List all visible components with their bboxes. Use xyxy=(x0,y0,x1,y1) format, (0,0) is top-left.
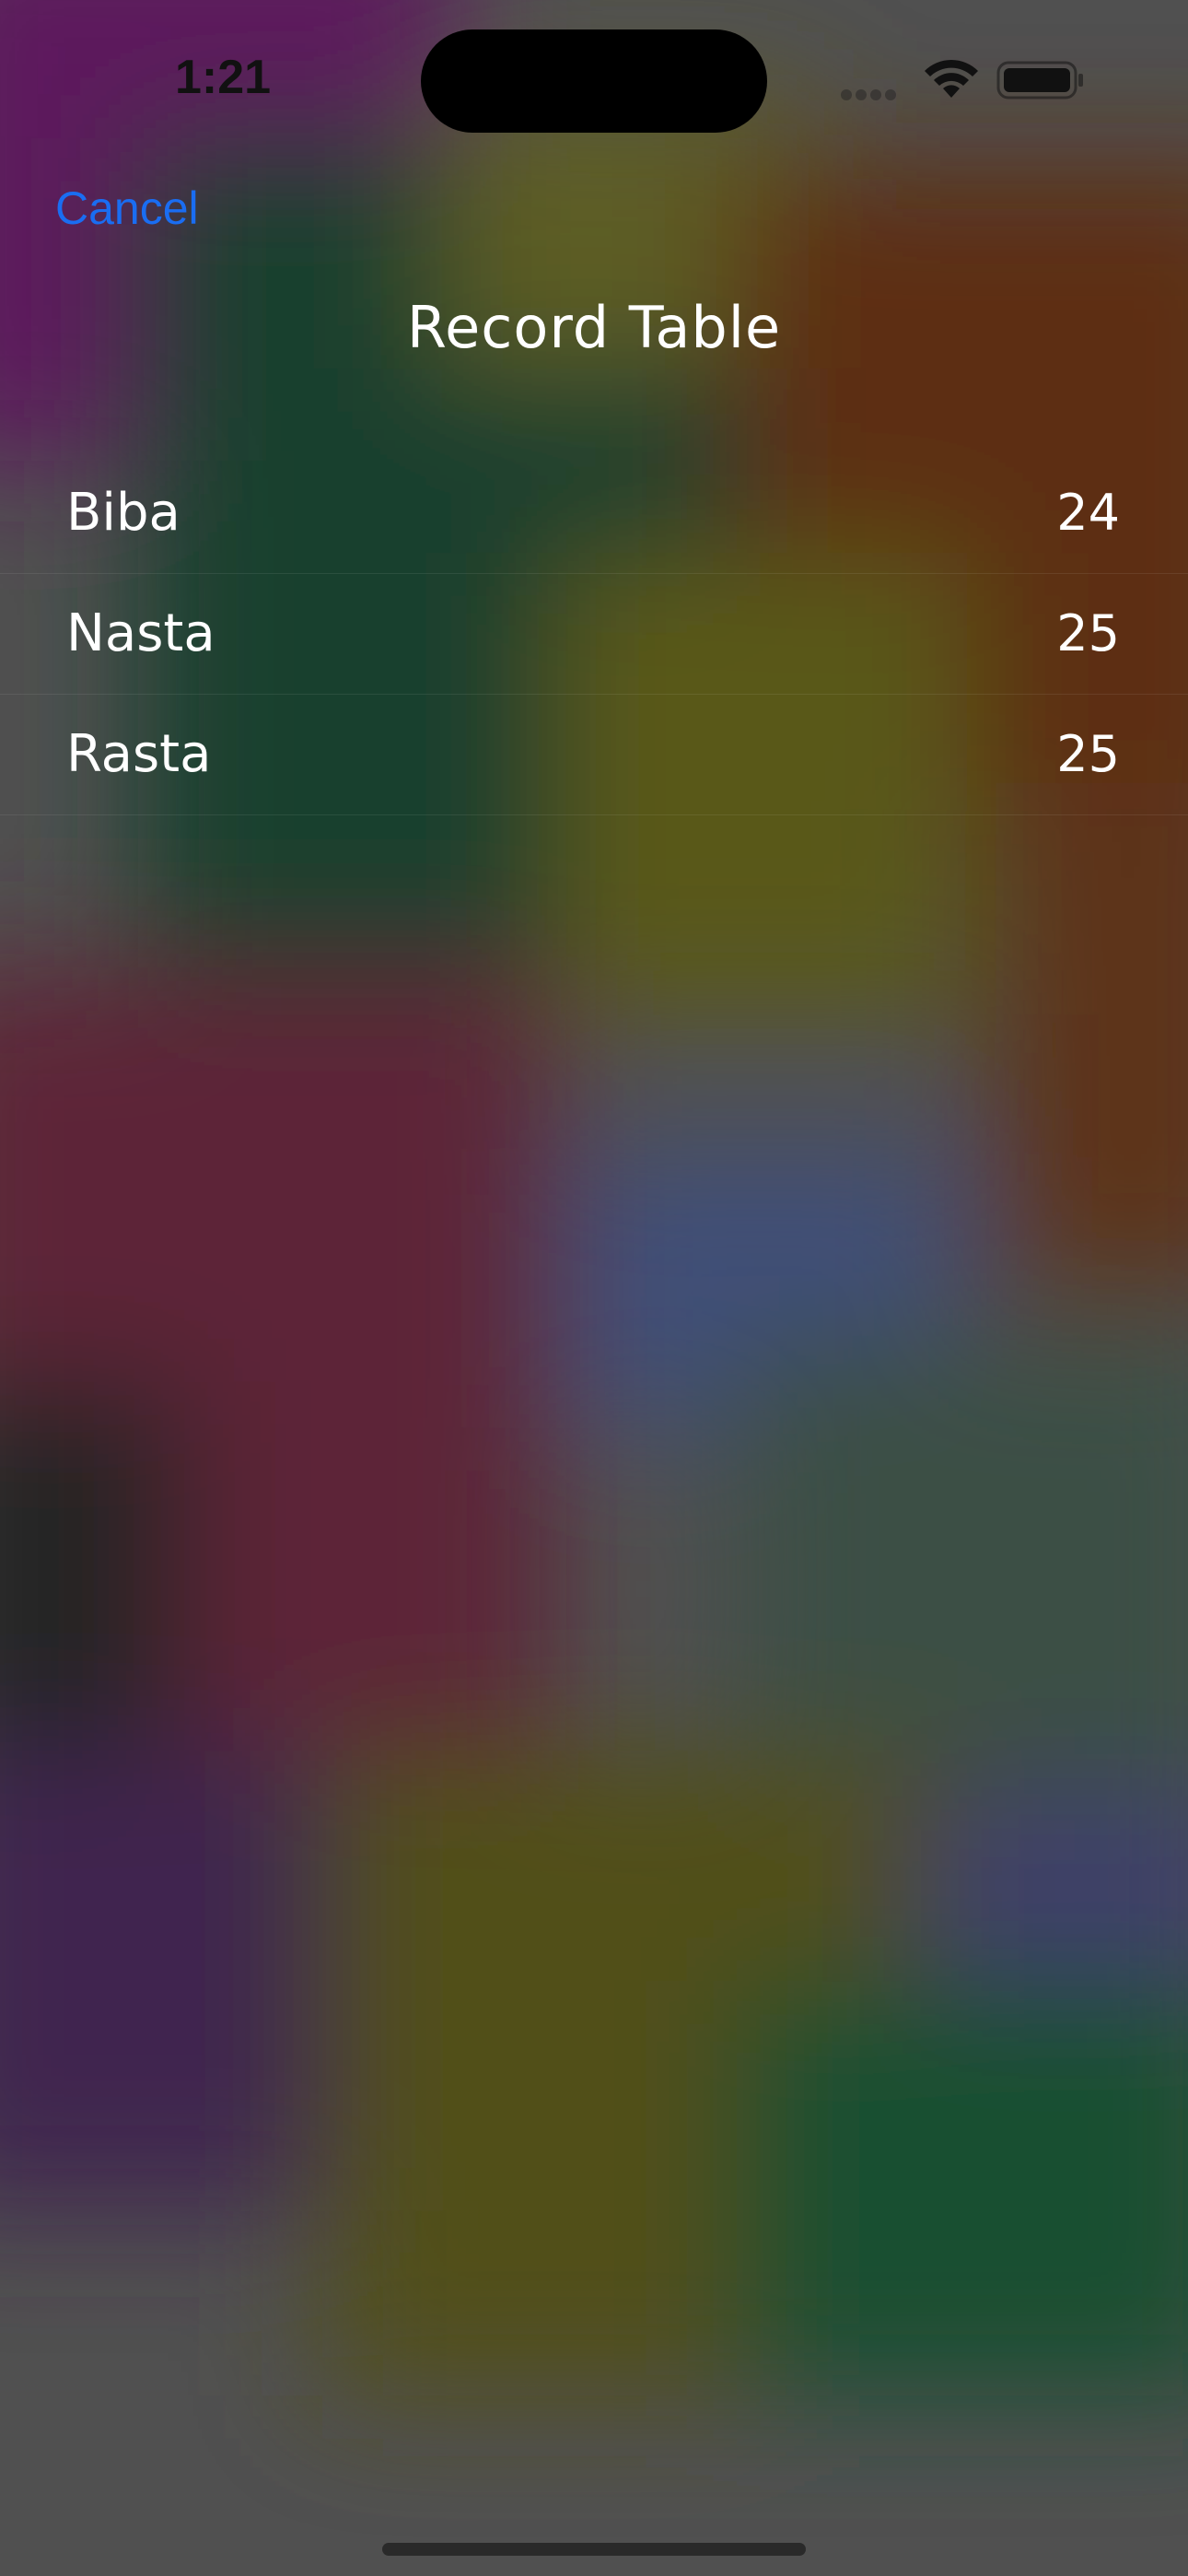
wifi-icon xyxy=(925,59,978,98)
record-score: 24 xyxy=(1056,484,1120,542)
record-table: Biba 24 Nasta 25 Rasta 25 xyxy=(0,453,1188,815)
record-score: 25 xyxy=(1056,604,1120,662)
record-name: Biba xyxy=(66,483,181,543)
cancel-button[interactable]: Cancel xyxy=(55,181,199,236)
record-name: Nasta xyxy=(66,603,215,663)
table-row[interactable]: Biba 24 xyxy=(0,453,1188,574)
blurred-background xyxy=(0,0,1188,2576)
record-name: Rasta xyxy=(66,724,212,784)
status-time: 1:21 xyxy=(175,51,272,104)
battery-icon xyxy=(996,61,1083,100)
dynamic-island xyxy=(421,29,767,133)
table-row[interactable]: Rasta 25 xyxy=(0,695,1188,815)
record-score: 25 xyxy=(1056,725,1120,783)
page-title: Record Table xyxy=(406,294,782,361)
table-row[interactable]: Nasta 25 xyxy=(0,574,1188,695)
home-indicator[interactable] xyxy=(382,2543,806,2556)
cellular-signal-icon xyxy=(841,83,905,101)
status-bar: 1:21 xyxy=(0,0,1188,147)
